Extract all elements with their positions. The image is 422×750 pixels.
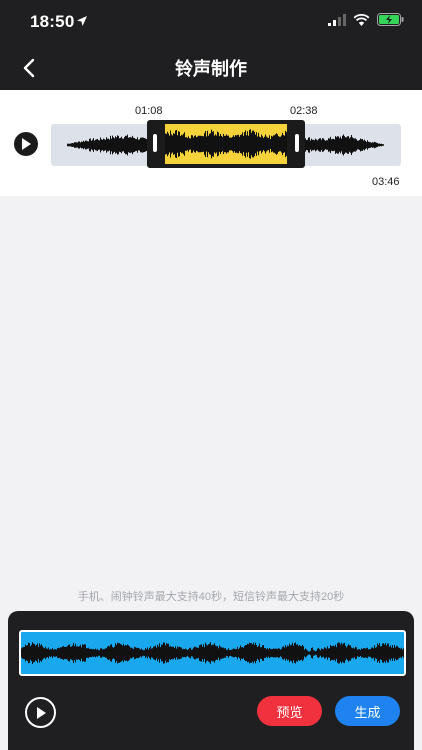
selected-waveform-graphic bbox=[165, 129, 287, 159]
end-time-label: 02:38 bbox=[290, 105, 318, 117]
selected-clip-waveform[interactable] bbox=[19, 630, 406, 676]
bottom-panel: 预览 生成 bbox=[8, 611, 414, 750]
status-icons bbox=[328, 13, 404, 26]
play-selection-button[interactable] bbox=[14, 132, 38, 156]
play-icon bbox=[36, 706, 46, 719]
play-clip-button[interactable] bbox=[25, 697, 56, 728]
selection-end-handle[interactable] bbox=[295, 134, 299, 152]
preview-button[interactable]: 预览 bbox=[257, 696, 322, 726]
ringtone-editor: 01:08 02:38 03:46 bbox=[0, 90, 422, 196]
selected-waveform bbox=[165, 124, 287, 164]
play-icon bbox=[22, 138, 31, 150]
battery-charging-icon bbox=[377, 13, 404, 26]
total-time-label: 03:46 bbox=[372, 176, 400, 188]
status-time: 18:50 bbox=[30, 12, 75, 31]
signal-icon bbox=[328, 13, 346, 26]
start-time-label: 01:08 bbox=[135, 105, 163, 117]
duration-hint: 手机、闹钟铃声最大支持40秒，短信铃声最大支持20秒 bbox=[77, 591, 345, 603]
page-title: 铃声制作 bbox=[175, 59, 247, 79]
clip-waveform-graphic bbox=[21, 642, 404, 664]
generate-button[interactable]: 生成 bbox=[335, 696, 400, 726]
wifi-icon bbox=[353, 13, 370, 26]
selection-start-handle[interactable] bbox=[153, 134, 157, 152]
selection-window[interactable] bbox=[147, 120, 305, 168]
top-bar: 18:50 铃声制作 bbox=[0, 0, 422, 90]
location-arrow-icon bbox=[77, 16, 87, 26]
